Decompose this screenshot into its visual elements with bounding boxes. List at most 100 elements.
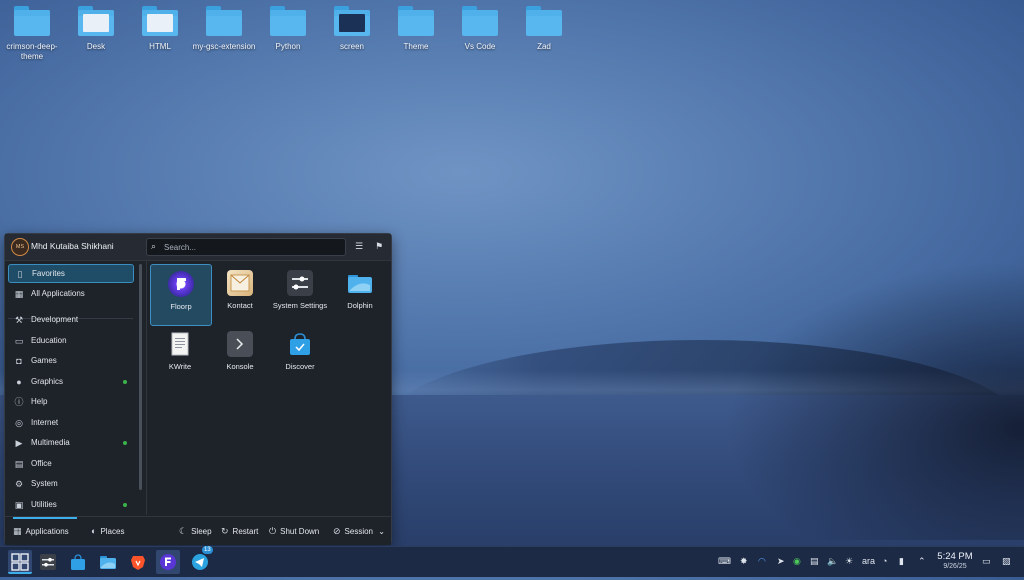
desktop-folder-zad[interactable]: Zad (512, 6, 576, 52)
app-label: Kontact (227, 301, 253, 310)
input-method-icon[interactable]: ⌨ (718, 556, 731, 567)
category-utilities[interactable]: ▣ Utilities (8, 496, 132, 514)
taskbar-dolphin[interactable] (96, 550, 120, 574)
desktop-folder-crimson-deep-theme[interactable]: crimson-deep-theme (0, 6, 64, 62)
tab-places[interactable]: ◐ Places (91, 526, 124, 536)
app-dolphin[interactable]: Dolphin (330, 264, 390, 324)
desktop-folder-python[interactable]: Python (256, 6, 320, 52)
category-system[interactable]: ⚙ System (8, 475, 132, 493)
category-favorites[interactable]: ▯ Favorites (8, 264, 134, 283)
launcher-button[interactable] (8, 550, 32, 574)
desktop-folder-desk[interactable]: Desk (64, 6, 128, 52)
taskbar-floorp[interactable] (156, 550, 180, 574)
folder-icon (398, 6, 434, 36)
app-discover[interactable]: Discover (270, 325, 330, 385)
desktop-folder-screen[interactable]: screen (320, 6, 384, 52)
new-badge (123, 441, 127, 445)
sidebar-scrollbar[interactable] (139, 264, 142, 490)
user-name: Mhd Kutaiba Shikhani (31, 241, 114, 251)
tab-label: Applications (25, 527, 69, 536)
desktop-folder-my-gsc-extension[interactable]: my-gsc-extension (192, 6, 256, 52)
app-konsole[interactable]: Konsole (210, 325, 270, 385)
folder-icon (334, 6, 370, 36)
digital-clock[interactable]: 5:24 PM 9/26/25 (934, 551, 976, 571)
clipboard-icon[interactable]: ▤ (810, 556, 819, 567)
configure-icon[interactable]: ☰ (355, 241, 363, 252)
clock-date: 9/26/25 (943, 563, 967, 570)
search-icon: ⌕ (151, 241, 157, 251)
updates-icon[interactable]: ✸ (740, 556, 748, 567)
folder-icon (206, 6, 242, 36)
telegram-tray-icon[interactable]: ➤ (777, 556, 785, 567)
desktop-folder-label: my-gsc-extension (192, 42, 256, 51)
folder-icon (142, 6, 178, 36)
peek-icon[interactable]: ▧ (1002, 556, 1011, 567)
clock-time: 5:24 PM (937, 551, 973, 562)
store-icon (71, 554, 85, 570)
brightness-icon[interactable]: ☀ (845, 556, 853, 567)
search-box[interactable]: ⌕ (146, 238, 346, 256)
application-launcher: MS Mhd Kutaiba Shikhani ⌕ ☰ ⚑ ▯ Favorite… (4, 233, 392, 545)
taskbar-discover[interactable] (66, 550, 90, 574)
plasma-icon (11, 553, 29, 571)
pin-icon[interactable]: ⚑ (375, 241, 383, 252)
category-label: Games (31, 356, 57, 365)
desktop-folder-theme[interactable]: Theme (384, 6, 448, 52)
category-all-applications[interactable]: ▦ All Applications (8, 285, 132, 303)
folder-icon (526, 6, 562, 36)
desktop-folder-label: Theme (403, 42, 429, 51)
app-kontact[interactable]: Kontact (210, 264, 270, 324)
search-input[interactable] (162, 240, 344, 255)
new-badge (123, 503, 127, 507)
restart-button[interactable]: ↻ Restart (221, 526, 258, 537)
palette-icon: ● (16, 377, 22, 387)
wallpaper-shadow (724, 260, 1024, 540)
category-label: Favorites (32, 269, 65, 278)
wifi-icon[interactable]: ◔ (882, 556, 887, 566)
category-label: Internet (31, 418, 59, 427)
keyboard-layout[interactable]: ara (862, 556, 875, 566)
category-education[interactable]: ▭ Education (8, 332, 132, 350)
app-kwrite[interactable]: KWrite (150, 325, 210, 385)
avatar[interactable]: MS (11, 238, 29, 256)
launcher-header: MS Mhd Kutaiba Shikhani ⌕ ☰ ⚑ (5, 234, 391, 261)
category-label: Education (31, 336, 67, 345)
active-tab-indicator (13, 517, 77, 519)
battery-icon[interactable]: ▮ (899, 556, 904, 567)
session-button[interactable]: ⊘ Session ⌄ (333, 526, 385, 537)
show-desktop-icon[interactable]: ▭ (982, 556, 991, 567)
app-system-settings[interactable]: System Settings (270, 264, 330, 324)
volume-icon[interactable]: 🔈 (827, 556, 838, 567)
text-editor-icon (167, 331, 193, 357)
app-floorp[interactable]: Floorp (150, 264, 212, 326)
moon-icon: ☾ (179, 526, 188, 536)
desktop-folder-vs-code[interactable]: Vs Code (448, 6, 512, 52)
taskbar-system-settings[interactable] (36, 550, 60, 574)
category-help[interactable]: ⓘ Help (8, 393, 132, 411)
category-label: Development (31, 315, 79, 324)
chevron-up-icon[interactable]: ⌃ (918, 556, 926, 567)
folder-icon (462, 6, 498, 36)
app-label: System Settings (272, 301, 328, 310)
category-multimedia[interactable]: ▶ Multimedia (8, 434, 132, 452)
shutdown-button[interactable]: ⏻ Shut Down (269, 526, 319, 537)
notification-badge: 13 (202, 546, 213, 554)
desktop-folder-label: Zad (537, 42, 551, 51)
sleep-button[interactable]: ☾ Sleep (179, 526, 212, 537)
category-internet[interactable]: ◎ Internet (8, 414, 132, 432)
category-graphics[interactable]: ● Graphics (8, 373, 132, 391)
cloud-icon[interactable]: ◠ (758, 556, 766, 567)
kontact-icon (227, 270, 253, 296)
taskbar-brave[interactable] (126, 550, 150, 574)
session-icon: ⊘ (333, 526, 341, 536)
desktop-folder-html[interactable]: HTML (128, 6, 192, 52)
desktop-folder-label: Desk (86, 42, 106, 51)
vpn-icon[interactable]: ◉ (793, 556, 801, 567)
toolbox-icon: ▣ (14, 500, 24, 510)
taskbar-telegram[interactable]: 13 (188, 546, 213, 574)
category-office[interactable]: ▤ Office (8, 455, 132, 473)
tab-applications[interactable]: ▦ Applications (13, 526, 69, 537)
category-games[interactable]: ◘ Games (8, 352, 132, 370)
category-development[interactable]: ⚒ Development (8, 311, 132, 329)
terminal-icon (227, 331, 253, 357)
